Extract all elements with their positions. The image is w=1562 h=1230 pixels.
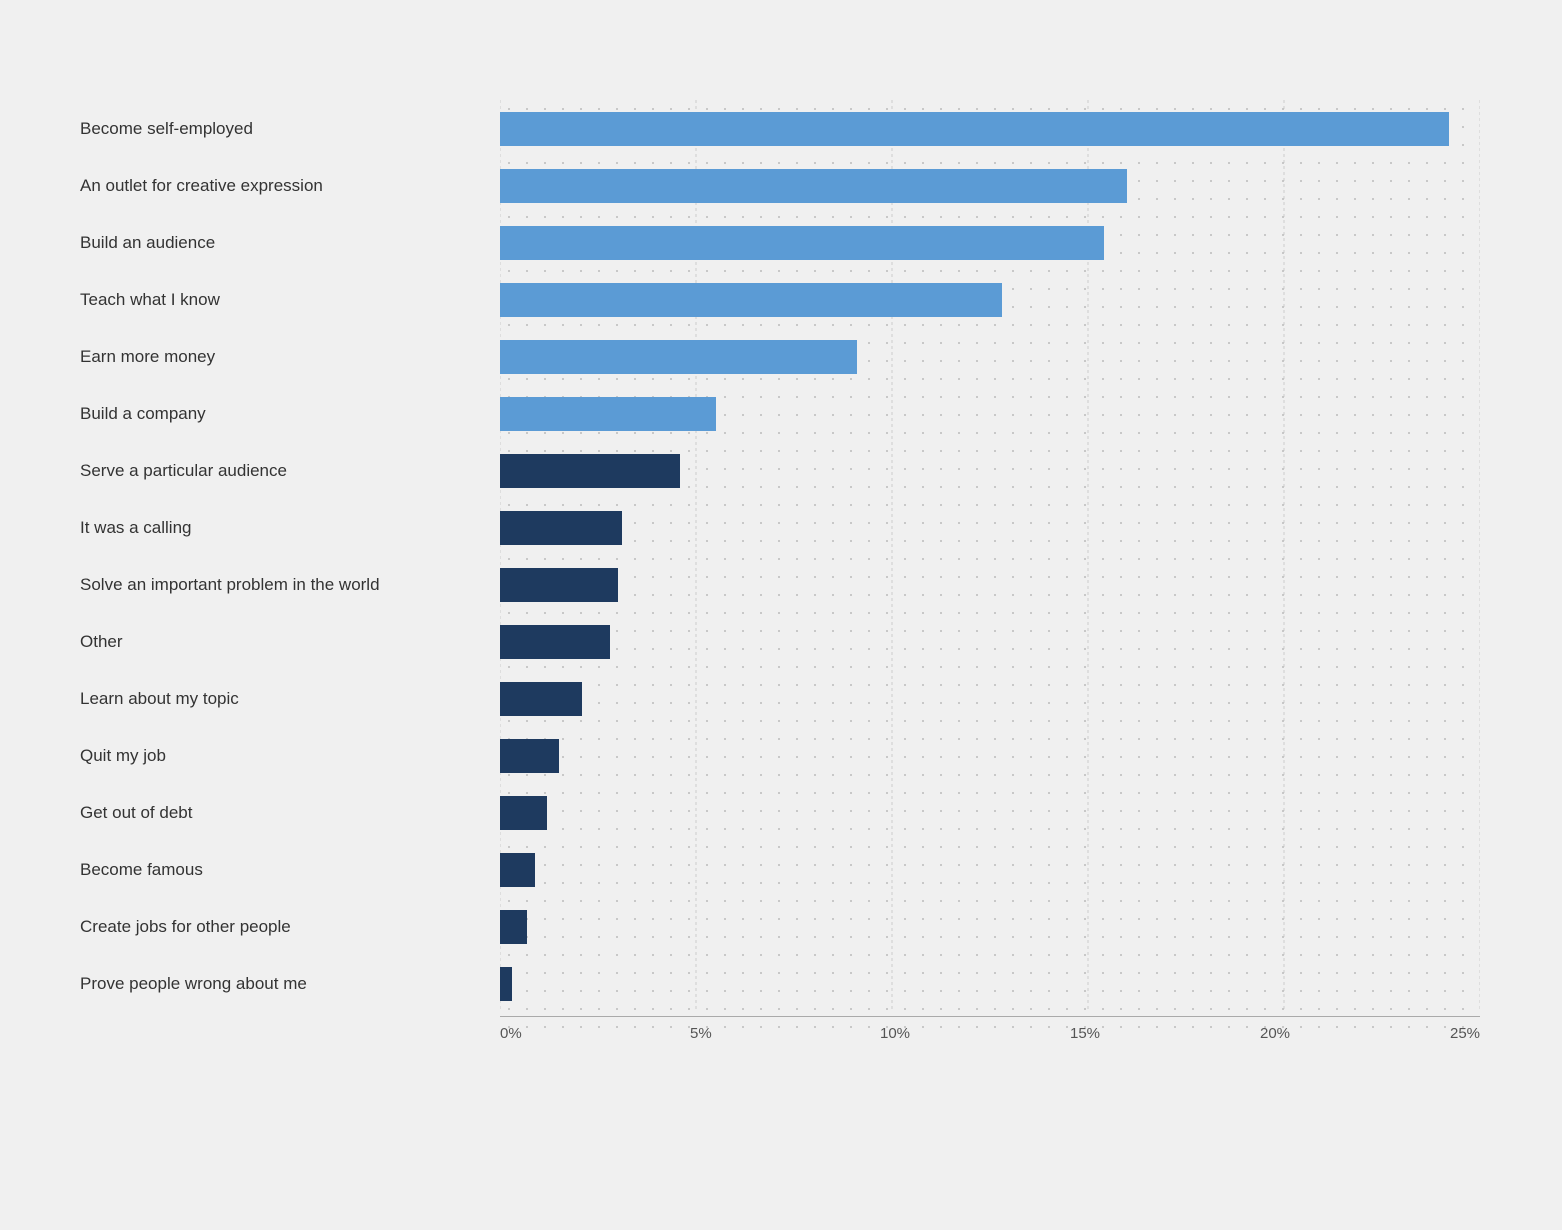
label-cell: Create jobs for other people xyxy=(80,898,500,955)
bar-label: Become famous xyxy=(80,860,203,880)
bar-label: Prove people wrong about me xyxy=(80,974,307,994)
bar-label: Teach what I know xyxy=(80,290,220,310)
chart-body: Become self-employed An outlet for creati… xyxy=(80,100,1480,1042)
labels-column: Become self-employed An outlet for creati… xyxy=(80,100,500,1042)
x-tick: 10% xyxy=(880,1025,1070,1042)
label-cell: Teach what I know xyxy=(80,271,500,328)
bar-label: Quit my job xyxy=(80,746,166,766)
label-cell: Build an audience xyxy=(80,214,500,271)
label-cell: An outlet for creative expression xyxy=(80,157,500,214)
label-cell: Learn about my topic xyxy=(80,670,500,727)
bar-row xyxy=(500,841,1480,898)
bar-label: It was a calling xyxy=(80,518,192,538)
bar xyxy=(500,511,622,545)
bar xyxy=(500,112,1449,146)
label-cell: Serve a particular audience xyxy=(80,442,500,499)
bar-row xyxy=(500,442,1480,499)
bar xyxy=(500,454,680,488)
label-cell: Become self-employed xyxy=(80,100,500,157)
bar xyxy=(500,283,1002,317)
bar-label: Earn more money xyxy=(80,347,215,367)
x-tick: 0% xyxy=(500,1025,690,1042)
x-tick: 20% xyxy=(1260,1025,1450,1042)
x-axis: 0%5%10%15%20%25% xyxy=(500,1016,1480,1042)
bar-label: Learn about my topic xyxy=(80,689,239,709)
bar xyxy=(500,340,857,374)
label-cell: Become famous xyxy=(80,841,500,898)
bar-row xyxy=(500,214,1480,271)
label-cell: Get out of debt xyxy=(80,784,500,841)
chart-container: Become self-employed An outlet for creati… xyxy=(40,40,1520,1082)
bar xyxy=(500,910,527,944)
bar-row xyxy=(500,385,1480,442)
bar xyxy=(500,682,582,716)
bar xyxy=(500,226,1104,260)
bar-label: An outlet for creative expression xyxy=(80,176,323,196)
bar-label: Create jobs for other people xyxy=(80,917,291,937)
bar-label: Other xyxy=(80,632,123,652)
bar xyxy=(500,169,1127,203)
bars-section: 0%5%10%15%20%25% xyxy=(500,100,1480,1042)
bar-label: Solve an important problem in the world xyxy=(80,575,380,595)
bar-row xyxy=(500,271,1480,328)
bar xyxy=(500,967,512,1001)
bar-row xyxy=(500,499,1480,556)
x-tick: 15% xyxy=(1070,1025,1260,1042)
bar xyxy=(500,739,559,773)
x-tick: 5% xyxy=(690,1025,880,1042)
bar-row xyxy=(500,898,1480,955)
label-cell: Other xyxy=(80,613,500,670)
bar-row xyxy=(500,157,1480,214)
label-cell: Build a company xyxy=(80,385,500,442)
bar-row xyxy=(500,727,1480,784)
bar xyxy=(500,568,618,602)
bar xyxy=(500,397,716,431)
bar-label: Become self-employed xyxy=(80,119,253,139)
bar-row xyxy=(500,955,1480,1012)
bar-row xyxy=(500,556,1480,613)
bar-row xyxy=(500,613,1480,670)
label-cell: Quit my job xyxy=(80,727,500,784)
bar-row xyxy=(500,670,1480,727)
bar-label: Build a company xyxy=(80,404,206,424)
bar-label: Serve a particular audience xyxy=(80,461,287,481)
label-cell: Earn more money xyxy=(80,328,500,385)
bar xyxy=(500,625,610,659)
bar-row xyxy=(500,100,1480,157)
bar-row xyxy=(500,328,1480,385)
bar-row xyxy=(500,784,1480,841)
bar xyxy=(500,796,547,830)
bar-label: Build an audience xyxy=(80,233,215,253)
label-cell: Prove people wrong about me xyxy=(80,955,500,1012)
chart-area: Become self-employed An outlet for creati… xyxy=(80,100,1480,1042)
label-cell: Solve an important problem in the world xyxy=(80,556,500,613)
x-tick: 25% xyxy=(1450,1025,1480,1042)
bar-label: Get out of debt xyxy=(80,803,192,823)
bar xyxy=(500,853,535,887)
label-cell: It was a calling xyxy=(80,499,500,556)
